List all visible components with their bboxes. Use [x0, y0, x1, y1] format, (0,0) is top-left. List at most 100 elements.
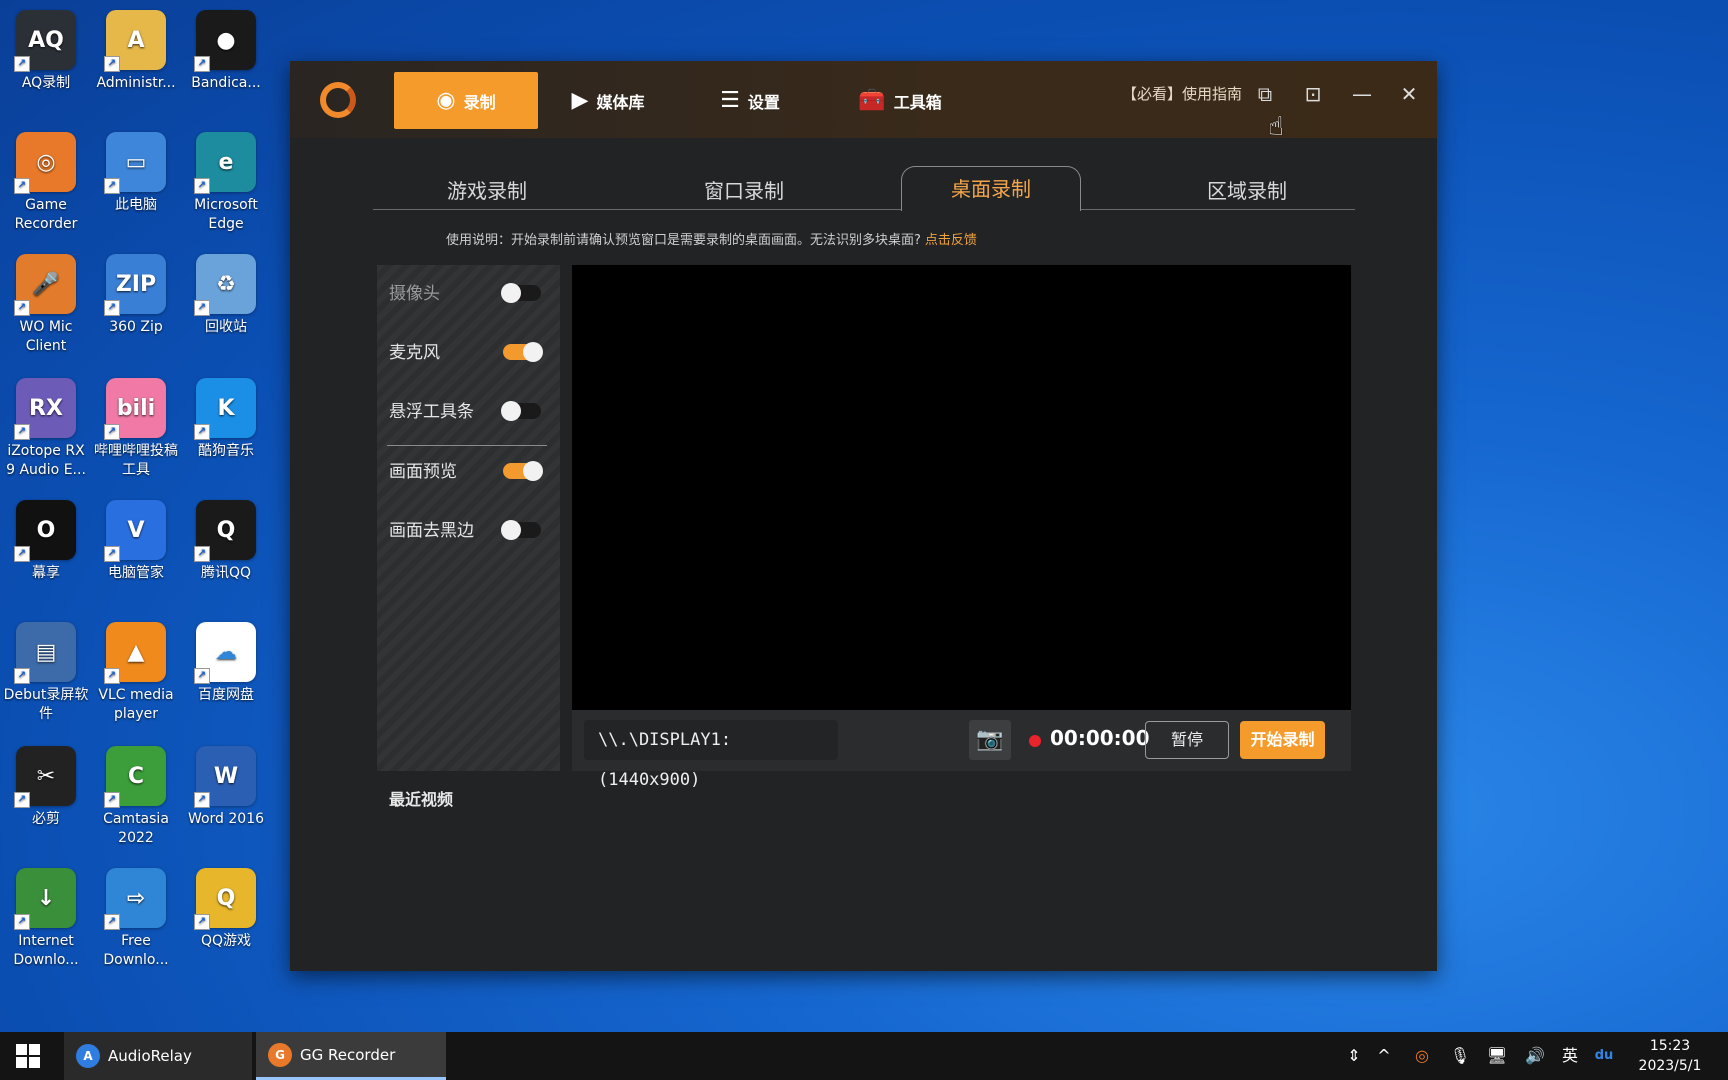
taskbar-item-gg-recorder[interactable]: G GG Recorder	[256, 1032, 446, 1080]
feedback-icon[interactable]: ⊡	[1298, 79, 1328, 109]
desktop-icon[interactable]: CCamtasia 2022	[92, 746, 180, 848]
option-camera-label: 摄像头	[389, 284, 440, 304]
option-remove-black-border-label: 画面去黑边	[389, 521, 474, 541]
gg-recorder-tray-icon[interactable]: ◎	[1410, 1032, 1434, 1080]
desktop-app-icon: ▤	[14, 622, 76, 684]
desktop-icon[interactable]: ↓Internet Downlo...	[2, 868, 90, 970]
option-microphone: 麦克风	[389, 338, 549, 368]
start-record-button[interactable]: 开始录制	[1240, 721, 1325, 759]
desktop-icon[interactable]: RXiZotope RX 9 Audio E...	[2, 378, 90, 480]
toolbox-icon: 🧰	[858, 88, 886, 113]
desktop-app-icon: Q	[194, 868, 256, 930]
tab-window-record[interactable]: 窗口录制	[654, 172, 834, 210]
feedback-link[interactable]: 点击反馈	[925, 233, 977, 248]
desktop-app-icon: O	[14, 500, 76, 562]
desktop-icon-label: 百度网盘	[198, 687, 254, 703]
nav-media-label: 媒体库	[596, 92, 645, 112]
nav-toolbox-button[interactable]: 🧰 工具箱	[830, 72, 970, 129]
desktop-icon[interactable]: W Word 2016	[182, 746, 270, 829]
desktop-icon[interactable]: ▲VLC media player	[92, 622, 180, 724]
desktop-icon-label: WO Mic Client	[19, 319, 73, 354]
nav-record-button[interactable]: ◉ 录制	[394, 72, 538, 129]
desktop-icon-label: 哔哩哔哩投稿工具	[94, 443, 178, 478]
desktop-icon[interactable]: 🎤WO Mic Client	[2, 254, 90, 356]
desktop-icon[interactable]: ✂ 必剪	[2, 746, 90, 829]
ime-indicator[interactable]: 英	[1558, 1032, 1582, 1080]
desktop-icon[interactable]: ▤Debut录屏软件	[2, 622, 90, 724]
desktop-app-icon: C	[104, 746, 166, 808]
option-remove-black-border: 画面去黑边	[389, 516, 549, 546]
camera-toggle[interactable]	[501, 283, 541, 303]
desktop-icon[interactable]: V 电脑管家	[92, 500, 180, 583]
floating-toolbar-toggle[interactable]	[501, 401, 541, 421]
network-tray-icon[interactable]: 🖥	[1484, 1032, 1510, 1080]
desktop-icon[interactable]: ⇨Free Downlo...	[92, 868, 180, 970]
nav-settings-button[interactable]: ☰ 设置	[690, 72, 810, 129]
recording-indicator-icon	[1029, 735, 1041, 747]
remove-black-border-toggle[interactable]	[501, 520, 541, 540]
clock-date: 2023/5/1	[1638, 1058, 1702, 1074]
play-icon: ▶	[571, 88, 589, 113]
desktop-icon-label: Word 2016	[187, 811, 265, 827]
display-source-select[interactable]: \\.\DISPLAY1: (1440x900)	[584, 720, 838, 790]
sliders-icon: ☰	[720, 88, 740, 113]
desktop-icon-label: 酷狗音乐	[198, 443, 254, 459]
nav-record-label: 录制	[463, 92, 496, 112]
pause-button[interactable]: 暂停	[1145, 721, 1229, 759]
desktop-app-icon: ☁	[194, 622, 256, 684]
desktop-app-icon: W	[194, 746, 256, 808]
options-divider	[387, 445, 547, 446]
preview-toggle[interactable]	[503, 461, 543, 481]
desktop-icon-label: 回收站	[205, 319, 247, 335]
desktop-icon[interactable]: O 幕享	[2, 500, 90, 583]
desktop-icon[interactable]: bili哔哩哔哩投稿工具	[92, 378, 180, 480]
option-floating-toolbar-label: 悬浮工具条	[389, 402, 474, 422]
desktop-icon[interactable]: Q 腾讯QQ	[182, 500, 270, 583]
title-bar[interactable]: ◉ 录制 ▶ 媒体库 ☰ 设置 🧰 工具箱 【必看】使用指南 ⧉ ⊡ — ✕	[290, 61, 1437, 138]
usage-guide-link[interactable]: 【必看】使用指南	[1122, 83, 1242, 104]
record-control-bar: \\.\DISPLAY1: (1440x900) 📷 00:00:00 暂停 开…	[572, 710, 1351, 790]
desktop-icon[interactable]: eMicrosoft Edge	[182, 132, 270, 234]
desktop-icon[interactable]: ZIP 360 Zip	[92, 254, 180, 337]
desktop-app-icon: ZIP	[104, 254, 166, 316]
scroll-arrows-icon[interactable]: ⇕	[1344, 1032, 1364, 1080]
desktop-icon[interactable]: ☁ 百度网盘	[182, 622, 270, 705]
desktop-icon[interactable]: A Administr...	[92, 10, 180, 93]
app-logo-icon	[320, 82, 356, 118]
taskbar-clock[interactable]: 15:23 2023/5/1	[1628, 1036, 1712, 1076]
tab-desktop-record[interactable]: 桌面录制	[901, 166, 1081, 211]
show-hidden-icons-chevron-icon[interactable]: ^	[1372, 1032, 1396, 1080]
close-icon[interactable]: ✕	[1394, 79, 1424, 109]
recent-videos-heading: 最近视频	[389, 790, 454, 809]
minimize-icon[interactable]: —	[1347, 79, 1377, 109]
desktop-icon-label: Internet Downlo...	[13, 933, 79, 968]
desktop-app-icon: K	[194, 378, 256, 440]
nav-media-button[interactable]: ▶ 媒体库	[544, 72, 672, 129]
desktop-icon-label: Camtasia 2022	[103, 811, 169, 846]
desktop-icon[interactable]: AQ AQ录制	[2, 10, 90, 93]
tab-region-record[interactable]: 区域录制	[1157, 172, 1337, 210]
desktop-icon-label: Microsoft Edge	[194, 197, 258, 232]
desktop-icon[interactable]: Q QQ游戏	[182, 868, 270, 951]
desktop-icon-label: 腾讯QQ	[200, 565, 252, 581]
record-timer: 00:00:00	[1050, 726, 1150, 750]
tab-game-record[interactable]: 游戏录制	[397, 172, 577, 210]
desktop-icon[interactable]: ♻ 回收站	[182, 254, 270, 337]
desktop-icon[interactable]: ◎Game Recorder	[2, 132, 90, 234]
desktop-icon-label: 幕享	[32, 565, 60, 581]
desktop-icon-label: Game Recorder	[14, 197, 78, 232]
baidu-ime-icon[interactable]: du	[1592, 1032, 1616, 1080]
microphone-toggle[interactable]	[503, 342, 543, 362]
desktop-app-icon: Q	[194, 500, 256, 562]
desktop-icon[interactable]: K 酷狗音乐	[182, 378, 270, 461]
windows-start-icon[interactable]	[16, 1044, 40, 1068]
microphone-tray-icon[interactable]: 🎙	[1448, 1032, 1472, 1080]
desktop-icon[interactable]: ● Bandica...	[182, 10, 270, 93]
record-mode-tabs: 游戏录制 窗口录制 桌面录制 区域录制	[373, 164, 1355, 272]
taskbar-item-audiorelay[interactable]: A AudioRelay	[64, 1032, 252, 1080]
screenshot-camera-icon[interactable]: 📷	[969, 720, 1011, 760]
desktop-icon[interactable]: ▭ 此电脑	[92, 132, 180, 215]
external-link-icon[interactable]: ⧉	[1250, 79, 1280, 109]
option-preview: 画面预览	[389, 457, 549, 487]
volume-tray-icon[interactable]: 🔊	[1522, 1032, 1548, 1080]
